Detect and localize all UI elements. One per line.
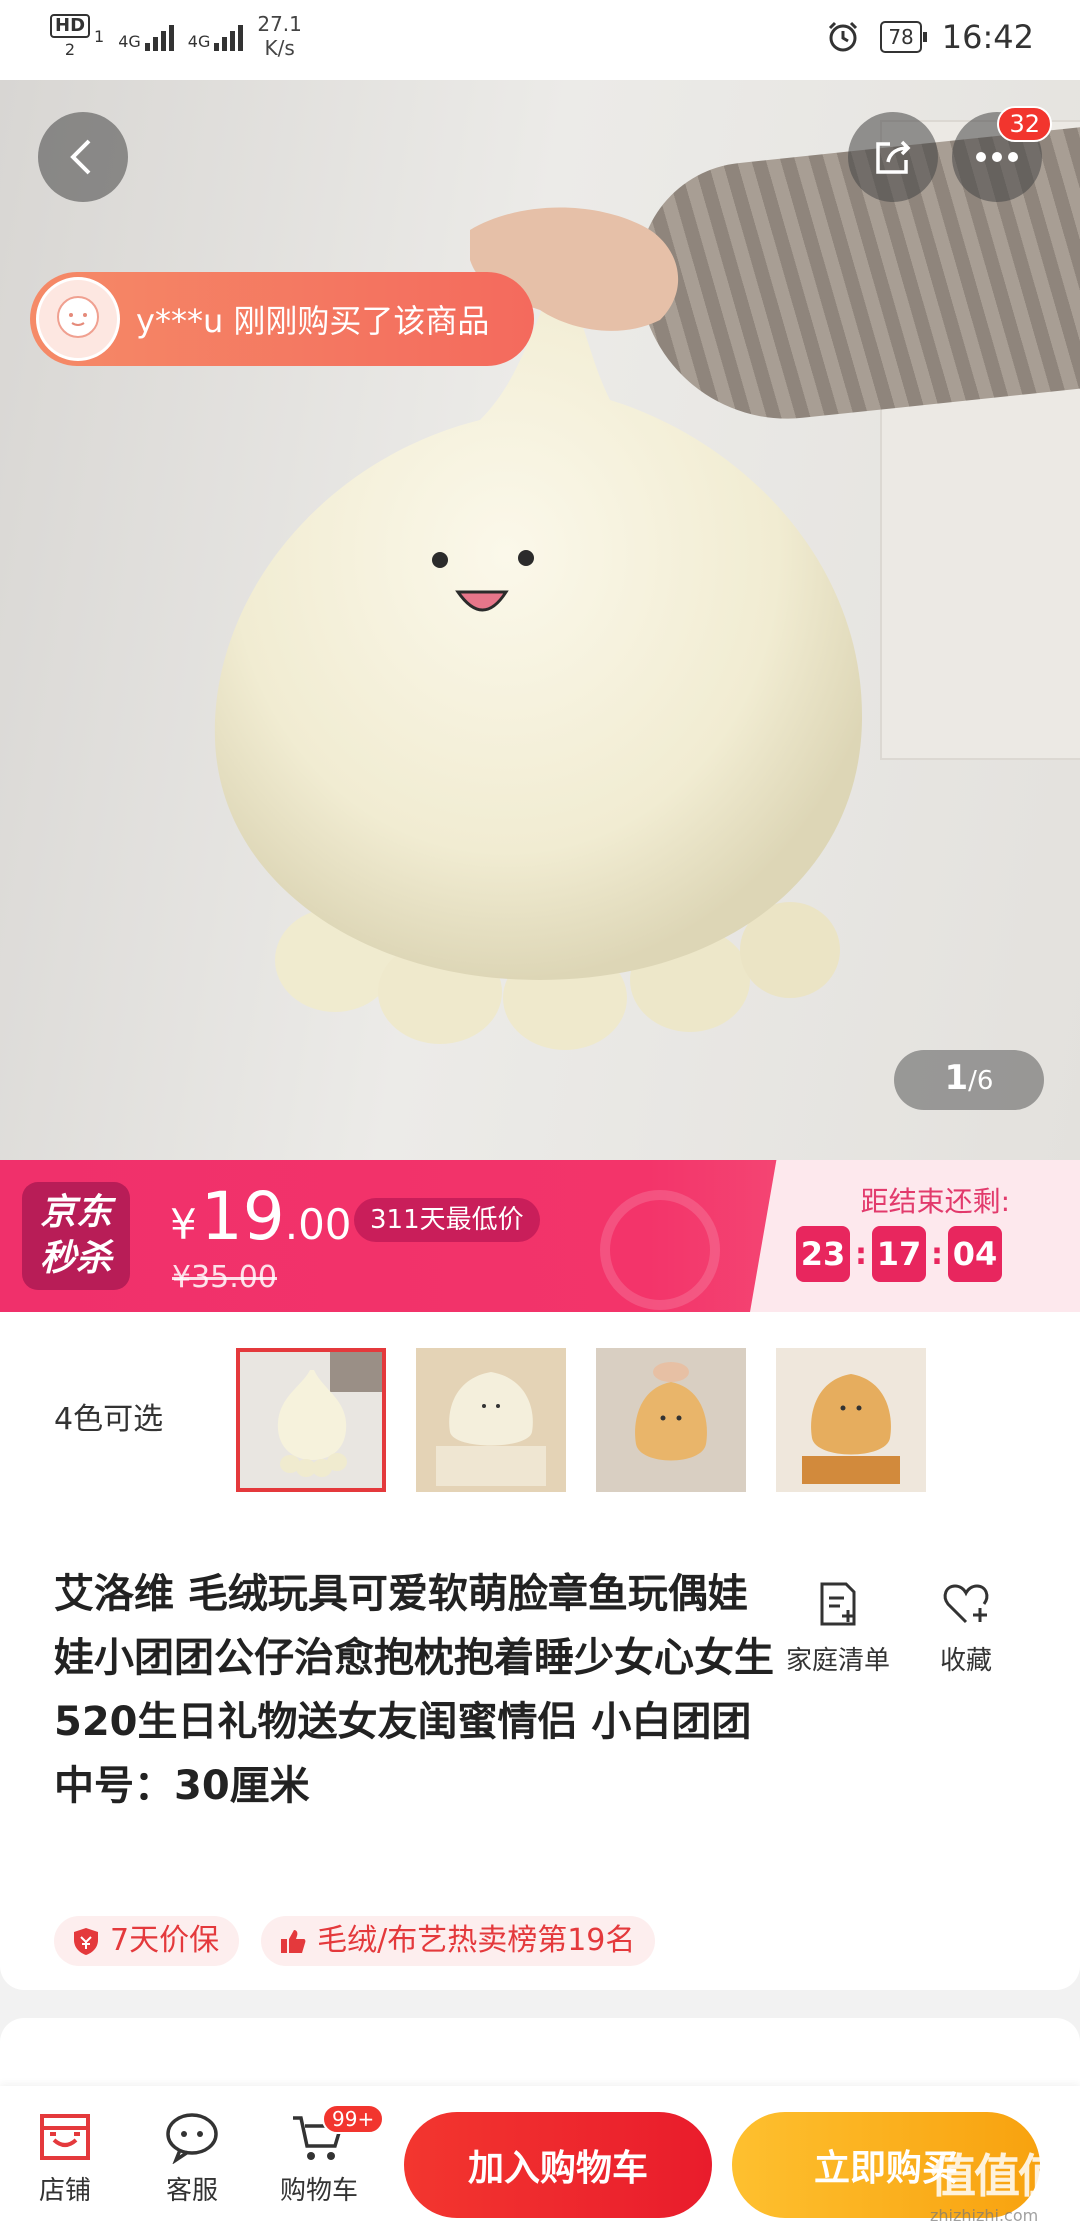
customer-service-label: 客服 bbox=[165, 2176, 218, 2206]
currency-symbol: ¥ bbox=[170, 1200, 197, 1249]
variant-thumb-yellow[interactable] bbox=[596, 1348, 746, 1492]
price-protect-label: 7天价保 bbox=[110, 1923, 220, 1958]
network-speed: 27.1 K/s bbox=[257, 12, 302, 60]
customer-service-button[interactable]: 客服 bbox=[137, 2110, 247, 2207]
family-list-label: 家庭清单 bbox=[785, 1646, 890, 1676]
add-list-icon bbox=[820, 1582, 856, 1626]
pager-current: 1 bbox=[944, 1058, 969, 1098]
family-list-button[interactable]: 家庭清单 bbox=[778, 1578, 898, 1677]
favorite-label: 收藏 bbox=[939, 1646, 992, 1676]
yellow-plush-blanket-thumbnail bbox=[776, 1348, 926, 1492]
hd-indicator: HD 2 bbox=[50, 13, 91, 59]
jd-seckill-logo: 京东 秒杀 bbox=[22, 1182, 130, 1290]
favorite-button[interactable]: 收藏 bbox=[906, 1578, 1026, 1677]
lowest-price-tag: 311天最低价 bbox=[354, 1198, 540, 1242]
alarm-icon bbox=[829, 21, 858, 52]
product-info-card: 艾洛维 毛绒玩具可爱软萌脸章鱼玩偶娃娃小团团公仔治愈抱枕抱着睡少女心女生520生… bbox=[0, 1512, 1080, 1990]
network-type-2: 4G bbox=[187, 32, 211, 51]
signal-2: 4G bbox=[188, 21, 244, 51]
countdown-separator: : bbox=[855, 1236, 867, 1272]
site-watermark-url: zhizhizhi.com bbox=[930, 2206, 1039, 2225]
chat-icon bbox=[166, 2113, 218, 2164]
recent-buyer-notice: y***u 刚刚购买了该商品 bbox=[30, 272, 534, 366]
add-to-cart-button[interactable]: 加入购物车 bbox=[404, 2112, 712, 2218]
buyer-notice-text: y***u 刚刚购买了该商品 bbox=[136, 302, 490, 340]
signal-1: 4G bbox=[118, 21, 174, 51]
countdown-minutes: 17 bbox=[872, 1226, 926, 1282]
cart-label: 购物车 bbox=[279, 2176, 358, 2206]
service-tags: 7天价保 毛绒/布艺热卖榜第19名 bbox=[54, 1916, 656, 1966]
speed-value: 27.1 bbox=[257, 12, 302, 36]
status-left: HD 2 1 4G 4G 27.1 K/s bbox=[50, 12, 302, 60]
color-variants-section: 4色可选 bbox=[0, 1312, 1080, 1512]
alarm-clock-decoration bbox=[600, 1190, 720, 1310]
price-decimal: .00 bbox=[284, 1200, 352, 1249]
price-protect-tag[interactable]: 7天价保 bbox=[54, 1916, 240, 1966]
speed-unit: K/s bbox=[264, 36, 295, 60]
bottom-action-bar: 店铺 客服 99+ 购物车 加入购物车 立即购买 bbox=[0, 2086, 1080, 2240]
thumbs-up-icon bbox=[281, 1930, 306, 1953]
countdown-seconds: 04 bbox=[948, 1226, 1002, 1282]
signal-bars-icon bbox=[144, 21, 174, 51]
price-integer: 19 bbox=[200, 1178, 285, 1255]
white-plush-blanket-thumbnail bbox=[416, 1348, 566, 1492]
store-icon bbox=[40, 2114, 90, 2160]
message-count-badge: 32 bbox=[997, 106, 1052, 142]
countdown-separator: : bbox=[931, 1236, 943, 1272]
countdown-hours: 23 bbox=[796, 1226, 850, 1282]
sim2-label: 2 bbox=[64, 39, 76, 59]
variant-thumb-white-blanket[interactable] bbox=[416, 1348, 566, 1492]
yellow-plush-thumbnail bbox=[596, 1348, 746, 1492]
shield-icon bbox=[74, 1928, 98, 1955]
chevron-left-icon bbox=[70, 139, 91, 175]
shop-label: 店铺 bbox=[38, 2176, 91, 2206]
logo-line-1: 京东 bbox=[39, 1192, 112, 1233]
network-type-1: 4G bbox=[118, 32, 141, 51]
signal-bars-icon bbox=[214, 21, 244, 51]
status-bar: HD 2 1 4G 4G 27.1 K/s 78 16:42 bbox=[0, 0, 1080, 80]
original-price: ¥35.00 bbox=[172, 1260, 277, 1295]
product-detail-page: HD 2 1 4G 4G 27.1 K/s 78 16:42 32 y***u … bbox=[0, 0, 1080, 2240]
sale-price: ¥ 19 .00 bbox=[170, 1178, 352, 1255]
pager-total: /6 bbox=[968, 1066, 994, 1096]
user-face-icon bbox=[57, 296, 99, 338]
avatar bbox=[36, 277, 120, 361]
countdown-timer: 23 : 17 : 04 bbox=[796, 1226, 1002, 1282]
more-button[interactable]: 32 bbox=[952, 106, 1052, 202]
heart-plus-icon bbox=[943, 1584, 989, 1624]
image-pager: 1 /6 bbox=[894, 1050, 1044, 1110]
hd-badge: HD bbox=[50, 13, 91, 38]
ranking-tag[interactable]: 毛绒/布艺热卖榜第19名 bbox=[261, 1916, 656, 1966]
variant-thumb-white[interactable] bbox=[236, 1348, 386, 1492]
more-dots-icon bbox=[976, 152, 1018, 162]
product-image-carousel[interactable]: 32 y***u 刚刚购买了该商品 1 /6 bbox=[0, 80, 1080, 1160]
white-plush-thumbnail bbox=[240, 1352, 382, 1488]
shop-button[interactable]: 店铺 bbox=[10, 2110, 120, 2207]
variants-label: 4色可选 bbox=[54, 1402, 164, 1437]
share-button[interactable] bbox=[848, 112, 938, 202]
cart-button[interactable]: 99+ 购物车 bbox=[264, 2104, 385, 2207]
countdown-label: 距结束还剩: bbox=[860, 1185, 1010, 1218]
flash-sale-banner: 京东 秒杀 ¥ 19 .00 311天最低价 ¥35.00 距结束还剩: 23 … bbox=[0, 1160, 1080, 1312]
share-icon bbox=[876, 140, 911, 174]
battery-indicator: 78 bbox=[880, 21, 928, 53]
clock: 16:42 bbox=[941, 18, 1034, 56]
cart-count-badge: 99+ bbox=[322, 2104, 385, 2134]
product-title: 艾洛维 毛绒玩具可爱软萌脸章鱼玩偶娃娃小团团公仔治愈抱枕抱着睡少女心女生520生… bbox=[54, 1571, 774, 1809]
back-button[interactable] bbox=[38, 112, 128, 202]
status-right: 78 16:42 bbox=[826, 18, 1034, 56]
plush-toy-image bbox=[214, 207, 863, 1050]
sim1-label: 1 bbox=[94, 26, 105, 46]
variant-thumb-yellow-blanket[interactable] bbox=[776, 1348, 926, 1492]
logo-line-2: 秒杀 bbox=[39, 1238, 112, 1279]
ranking-label: 毛绒/布艺热卖榜第19名 bbox=[317, 1923, 636, 1958]
site-watermark: 值值值 bbox=[930, 2149, 1064, 2203]
